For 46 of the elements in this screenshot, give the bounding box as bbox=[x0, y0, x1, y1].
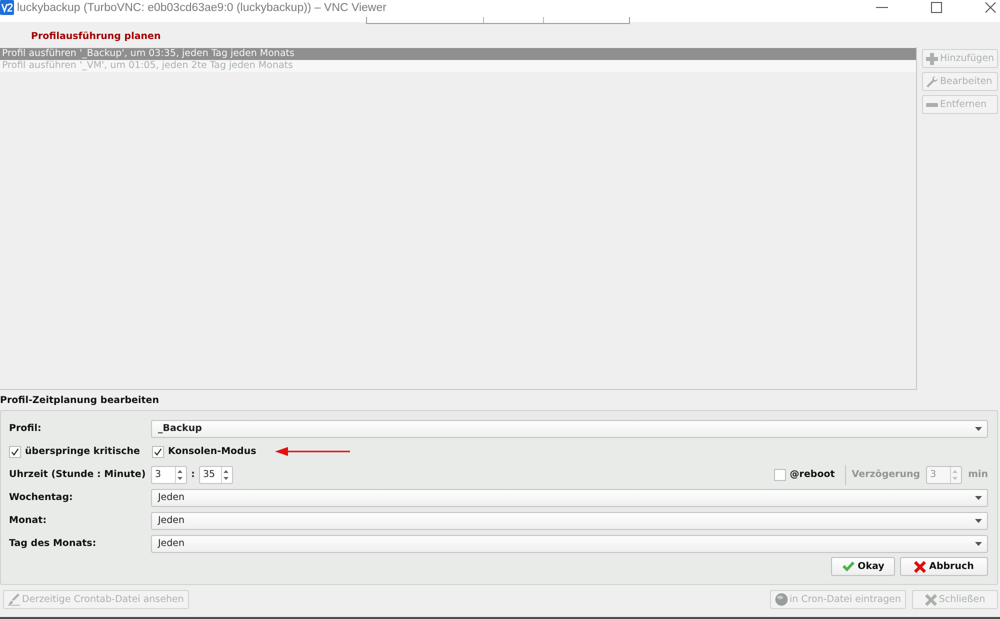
field-label: Wochentag: bbox=[9, 492, 74, 503]
disc-icon bbox=[774, 593, 788, 606]
ok-button[interactable]: Okay bbox=[831, 557, 895, 576]
checkbox[interactable] bbox=[9, 446, 21, 458]
close-icon bbox=[924, 594, 937, 606]
field-label: Monat: bbox=[9, 515, 48, 526]
spin-arrows-icon[interactable] bbox=[221, 466, 231, 482]
minimize-icon bbox=[876, 7, 888, 8]
check-icon bbox=[842, 561, 855, 572]
close-icon bbox=[984, 2, 996, 13]
time-separator: : bbox=[190, 469, 196, 480]
checkbox-label: überspringe kritische bbox=[25, 446, 140, 457]
dropdown[interactable]: Jeden bbox=[151, 534, 988, 552]
plus-icon bbox=[926, 52, 938, 64]
section-title: Profilausführung planen bbox=[31, 31, 161, 42]
field-label: Uhrzeit (Stunde : Minute) bbox=[9, 469, 147, 480]
checkbox-label: @reboot bbox=[790, 469, 835, 480]
caret-icon bbox=[975, 496, 982, 500]
checkbox[interactable] bbox=[152, 446, 164, 458]
minus-icon bbox=[926, 102, 938, 106]
delay-label: Verzögerung bbox=[852, 469, 920, 480]
checkbox[interactable] bbox=[774, 468, 786, 480]
check-icon bbox=[11, 448, 19, 456]
dropdown[interactable]: Jeden bbox=[151, 512, 988, 530]
checkbox-label: Konsolen-Modus bbox=[168, 446, 256, 457]
field-label: Tag des Monats: bbox=[9, 538, 98, 549]
spin-arrows-icon[interactable] bbox=[175, 466, 185, 482]
group-title: Profil-Zeitplanung bearbeiten bbox=[0, 395, 159, 406]
check-icon bbox=[154, 448, 162, 456]
unit-label: min bbox=[968, 469, 988, 480]
profile-dropdown[interactable]: _Backup bbox=[151, 420, 988, 438]
dropdown[interactable]: Jeden bbox=[151, 488, 988, 506]
wrench-icon bbox=[926, 76, 938, 88]
arrow-icon bbox=[275, 447, 350, 456]
window-title: luckybackup (TurboVNC: e0b03cd63ae9:0 (luckybackup)) – VNC Viewer bbox=[17, 1, 386, 16]
close-icon bbox=[914, 560, 926, 572]
field-label: Profil: bbox=[9, 423, 42, 434]
caret-icon bbox=[975, 542, 982, 546]
cancel-button[interactable]: Abbruch bbox=[900, 557, 988, 576]
caret-icon bbox=[975, 426, 982, 430]
minute-spinbox[interactable]: 35 bbox=[199, 466, 233, 484]
maximize-icon bbox=[930, 2, 942, 13]
hour-spinbox[interactable]: 3 bbox=[151, 466, 187, 484]
list-item[interactable]: Profil ausführen '_Backup', um 03:35, jeden Tag jeden Monats bbox=[0, 48, 916, 60]
caret-icon bbox=[975, 518, 982, 522]
brush-icon bbox=[8, 593, 20, 606]
